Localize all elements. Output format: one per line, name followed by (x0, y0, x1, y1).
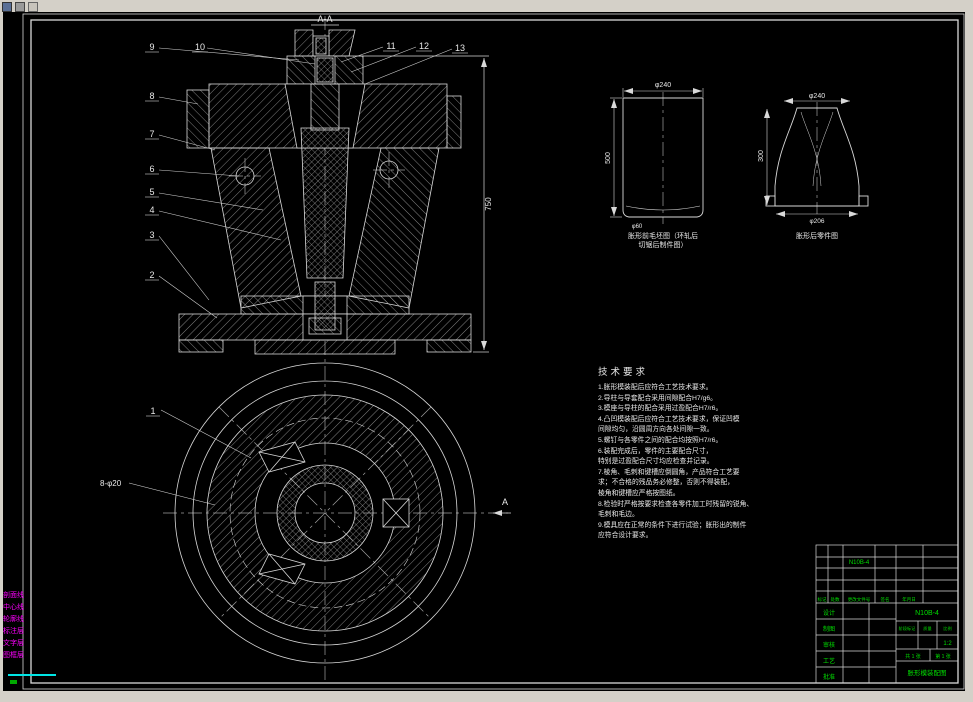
layer-label[interactable]: 文字层 (3, 638, 24, 650)
callout-2: 2 (149, 270, 154, 280)
drawing-name: 胀形模装配图 (908, 668, 947, 677)
sheet-border (22, 13, 965, 690)
weight-label: 质量 (923, 625, 931, 632)
sig-approve: 批准 (823, 673, 835, 681)
blank-dim-bottom: φ60 (632, 224, 643, 230)
command-line-marker (8, 674, 56, 676)
sheet-number: 第 1 张 (935, 653, 951, 660)
callout-6: 6 (149, 164, 154, 174)
blank-view (610, 88, 704, 218)
tech-requirement-line: 应符合设计要求。 (598, 532, 653, 540)
sig-draft: 制图 (823, 625, 835, 633)
tech-requirement-line: 求；不合格的残品务必修整，否则不得装配， (598, 479, 734, 487)
cad-canvas[interactable]: A-A 750 9 10 11 12 13 8 7 6 5 4 3 2 1 8-… (3, 12, 965, 691)
blank-view-caption-1: 胀形前毛坯图（环轧后 (628, 231, 698, 240)
sig-check: 审核 (823, 641, 835, 649)
dim-750-text: 750 (484, 197, 493, 211)
scale-label: 比例 (943, 625, 951, 632)
rev-col-date: 年月日 (902, 596, 916, 603)
tech-requirement-line: 1.胀形模装配后应符合工艺技术要求。 (598, 384, 713, 391)
rev-col-mark: 标记 (818, 596, 827, 603)
callout-3: 3 (149, 230, 154, 240)
sig-design: 设计 (823, 609, 835, 617)
tech-requirement-line: 7.棱角、毛刺和键槽应倒圆角，产品符合工艺要 (598, 468, 740, 476)
callout-4: 4 (149, 205, 154, 215)
blank-dim-side: 500 (605, 152, 612, 164)
callout-7: 7 (149, 129, 154, 139)
tech-requirement-line: 3.模座与导柱的配合采用过盈配合H7/r6。 (598, 405, 723, 413)
tech-requirement-line: 8.检验时严格按要求检查各零件加工时残留的锐角、 (598, 500, 754, 508)
tech-requirement-line: 2.导柱与导套配合采用间隙配合H7/g6。 (598, 394, 717, 402)
cad-drawing: A-A 750 9 10 11 12 13 8 7 6 5 4 3 2 1 8-… (22, 13, 965, 690)
title-block-text: 标记 处数 更改文件号 签名 年月日 N10B-4 设计 制图 审核 工艺 批准… (818, 560, 953, 681)
blank-view-caption-2: 切锯后制件图） (639, 240, 688, 249)
blank-dim-top: φ240 (655, 82, 671, 89)
part-dim-top: φ240 (809, 93, 825, 100)
rev-col-sign: 签名 (881, 596, 890, 603)
layer-label[interactable]: 标注层 (3, 626, 24, 638)
callout-5: 5 (149, 187, 154, 197)
callout-11: 11 (386, 41, 395, 51)
technical-requirements: 技术要求 1.胀形模装配后应符合工艺技术要求。 2.导柱与导套配合采用间隙配合H… (598, 364, 793, 542)
tech-requirement-line: 6.装配完成后，零件的主要配合尺寸， (598, 447, 713, 455)
assembly-section-view (178, 29, 472, 355)
key-slot-right (382, 498, 410, 528)
document-icon[interactable] (28, 2, 38, 12)
hole-note: 8-φ20 (100, 479, 122, 488)
tech-requirement-line: 5.螺钉与各零件之间的配合均按照H7/r6。 (598, 436, 723, 444)
part-dim-side: 300 (758, 150, 765, 162)
sig-process: 工艺 (823, 657, 835, 665)
part-dim-bottom: φ206 (809, 218, 824, 225)
rev-col-docno: 更改文件号 (848, 596, 871, 603)
callout-12: 12 (419, 41, 429, 51)
layer-labels: 剖面线 中心线 轮廓线 标注层 文字层 图框层 (3, 590, 24, 662)
plan-section-arrow-label: A (502, 497, 508, 507)
tech-requirements-title: 技术要求 (598, 367, 649, 378)
callout-10: 10 (195, 42, 205, 52)
callout-8: 8 (149, 91, 154, 101)
tech-requirement-line: 9.模具应在正常的条件下进行试验；胀形出的制件 (598, 521, 747, 529)
stage-label: 阶段标记 (899, 625, 917, 632)
tech-requirement-line: 毛刺和毛边。 (598, 511, 639, 519)
code-cell: N10B-4 (915, 610, 939, 617)
tech-requirement-line: 特别是过盈配合尺寸均应检查并记录。 (598, 458, 714, 466)
callout-9: 9 (149, 42, 154, 52)
layer-label[interactable]: 中心线 (3, 602, 24, 614)
app-icon[interactable] (2, 2, 12, 12)
section-label-text: A-A (317, 14, 332, 24)
callout-1: 1 (150, 406, 155, 416)
sheet-total: 共 1 张 (905, 653, 921, 660)
rev-col-count: 处数 (831, 596, 840, 603)
grid-icon[interactable] (15, 2, 25, 12)
tech-requirement-line: 间隙均匀，沿圆周方向各处间隙一致。 (598, 426, 714, 434)
part-view-caption: 胀形后零件图 (796, 231, 838, 240)
scale-value: 1:2 (943, 641, 952, 647)
drawing-code: N10B-4 (849, 560, 870, 566)
layer-label[interactable]: 轮廓线 (3, 614, 24, 626)
layer-label[interactable]: 图框层 (3, 650, 24, 662)
titlebar (0, 0, 973, 12)
status-marker (10, 680, 17, 684)
tech-requirement-line: 4.凸凹模装配后应符合工艺技术要求，保证凹模 (598, 415, 740, 423)
tech-requirement-line: 棱角和键槽应严格按图纸。 (598, 489, 680, 497)
callout-13: 13 (455, 43, 465, 53)
layer-label[interactable]: 剖面线 (3, 590, 24, 602)
